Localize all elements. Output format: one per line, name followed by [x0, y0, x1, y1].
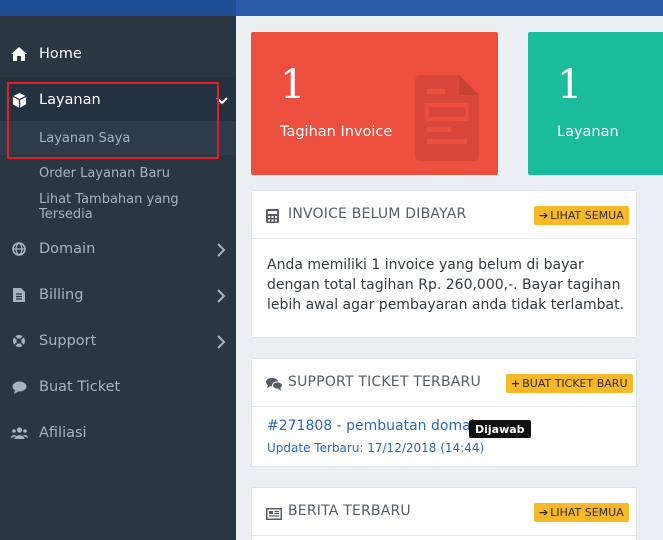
comments-icon — [266, 376, 283, 391]
sidebar-subitem-layanan-saya[interactable]: Layanan Saya — [0, 121, 236, 155]
button-label: BUAT TICKET BARU — [522, 377, 628, 390]
comment-icon — [10, 378, 28, 396]
sidebar-item-billing[interactable]: Billing — [0, 272, 236, 318]
sidebar-item-home[interactable]: Home — [0, 31, 236, 77]
sidebar: Home Layanan Layanan Saya Order Layanan … — [0, 16, 236, 540]
tile-caption: Tagihan Invoice — [280, 124, 393, 140]
support-panel-header: SUPPORT TICKET TERBARU + BUAT TICKET BAR… — [252, 359, 636, 407]
sidebar-item-layanan[interactable]: Layanan — [0, 77, 236, 123]
sidebar-item-label: Layanan — [39, 92, 101, 108]
sidebar-item-support[interactable]: Support — [0, 318, 236, 364]
lifebuoy-icon — [10, 332, 28, 350]
sidebar-item-label: Home — [39, 46, 82, 62]
sidebar-subitem-label: Lihat Tambahan yang Tersedia — [39, 192, 179, 222]
home-icon — [10, 45, 28, 63]
button-label: LIHAT SEMUA — [550, 209, 624, 222]
file-icon — [10, 286, 28, 304]
invoice-file-icon — [415, 75, 479, 165]
top-bar-brand-area — [0, 0, 236, 16]
invoice-panel: INVOICE BELUM DIBAYAR ➔ LIHAT SEMUA Anda… — [251, 190, 637, 338]
arrow-right-icon: ➔ — [539, 506, 549, 519]
panel-title: SUPPORT TICKET TERBARU — [288, 374, 481, 390]
calculator-icon — [266, 208, 282, 223]
tile-number: 1 — [280, 62, 306, 108]
globe-icon — [10, 240, 28, 258]
sidebar-subitem-lihat-tambahan[interactable]: Lihat Tambahan yang Tersedia — [0, 190, 236, 224]
lihat-semua-invoice-button[interactable]: ➔ LIHAT SEMUA — [534, 206, 629, 225]
cube-icon — [10, 91, 28, 109]
lihat-semua-berita-button[interactable]: ➔ LIHAT SEMUA — [534, 503, 629, 522]
sidebar-item-afiliasi[interactable]: Afiliasi — [0, 410, 236, 456]
ticket-link[interactable]: #271808 - pembuatan domain — [267, 418, 483, 434]
chevron-down-icon — [216, 91, 228, 105]
ticket-update-time: Update Terbaru: 17/12/2018 (14:44) — [267, 441, 485, 455]
sidebar-subitem-label: Order Layanan Baru — [39, 165, 170, 181]
sidebar-item-domain[interactable]: Domain — [0, 226, 236, 272]
sidebar-subitem-label: Layanan Saya — [39, 130, 131, 146]
invoice-panel-header: INVOICE BELUM DIBAYAR ➔ LIHAT SEMUA — [252, 191, 636, 239]
sidebar-item-label: Billing — [39, 287, 84, 303]
sidebar-item-label: Domain — [39, 241, 96, 257]
sidebar-item-label: Afiliasi — [39, 425, 87, 441]
chevron-right-icon — [216, 242, 226, 257]
tile-tagihan-invoice[interactable]: 1 Tagihan Invoice — [251, 32, 498, 175]
button-label: LIHAT SEMUA — [550, 506, 624, 519]
ticket-status-badge: Dijawab — [469, 420, 531, 438]
users-icon — [10, 424, 28, 442]
sidebar-item-label: Support — [39, 333, 97, 349]
panel-title: BERITA TERBARU — [288, 503, 411, 519]
chevron-right-icon — [216, 288, 226, 303]
buat-ticket-baru-button[interactable]: + BUAT TICKET BARU — [506, 374, 633, 393]
tile-caption: Layanan — [557, 124, 619, 140]
news-panel: BERITA TERBARU ➔ LIHAT SEMUA — [251, 487, 637, 540]
chevron-right-icon — [216, 334, 226, 349]
news-panel-header: BERITA TERBARU ➔ LIHAT SEMUA — [252, 488, 636, 536]
tile-layanan[interactable]: 1 Layanan — [528, 32, 663, 175]
newspaper-icon — [266, 505, 282, 520]
plus-icon: + — [511, 377, 521, 390]
arrow-right-icon: ➔ — [539, 209, 549, 222]
sidebar-item-buat-ticket[interactable]: Buat Ticket — [0, 364, 236, 410]
invoice-summary-text: Anda memiliki 1 invoice yang belum di ba… — [267, 257, 625, 313]
sidebar-subitem-order-layanan-baru[interactable]: Order Layanan Baru — [0, 156, 236, 190]
tile-number: 1 — [557, 62, 583, 108]
panel-title: INVOICE BELUM DIBAYAR — [288, 206, 467, 222]
top-bar — [0, 0, 663, 16]
sidebar-item-label: Buat Ticket — [39, 379, 121, 395]
support-ticket-panel: SUPPORT TICKET TERBARU + BUAT TICKET BAR… — [251, 358, 637, 467]
